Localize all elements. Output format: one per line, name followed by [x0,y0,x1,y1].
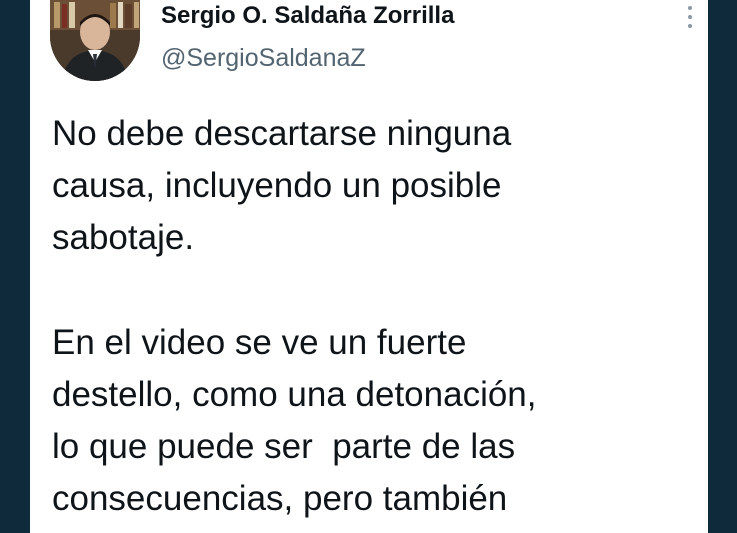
author-avatar[interactable] [50,0,140,81]
tweet-text-paragraph-2: En el video se ve un fuerte destello, co… [52,323,537,518]
tweet-card: Sergio O. Saldaña Zorrilla @SergioSaldan… [30,0,708,533]
dot-icon [688,6,692,10]
author-name[interactable]: Sergio O. Saldaña Zorrilla [161,2,454,30]
dot-icon [688,15,692,19]
more-options-icon[interactable] [686,6,694,28]
tweet-text-paragraph-1: No debe descartarse ninguna causa, inclu… [52,114,512,257]
dot-icon [688,24,692,28]
author-handle[interactable]: @SergioSaldanaZ [161,44,366,73]
avatar-photo-icon [50,0,140,81]
